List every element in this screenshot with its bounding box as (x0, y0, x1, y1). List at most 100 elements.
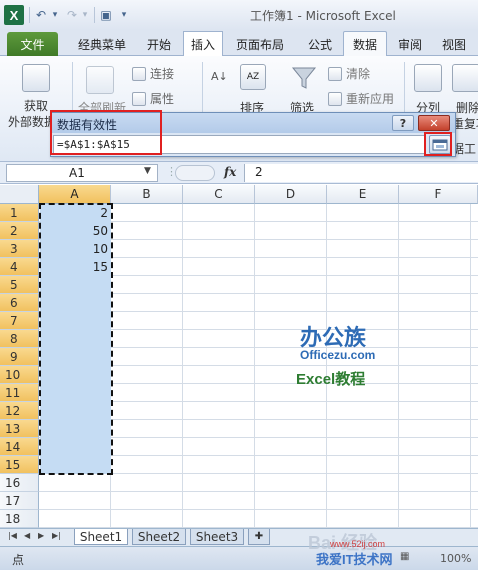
cell-a3[interactable]: 10 (40, 240, 108, 258)
row-header-17[interactable]: 17 (0, 492, 39, 510)
tab-classic-menu[interactable]: 经典菜单 (68, 33, 136, 55)
data-validation-dialog: 数据有效性 ? ✕ =$A$1:$A$15 (50, 112, 456, 157)
status-bar: 点 ▦ 100% Bai 经验 我爱IT技术网 www.52ij.com (0, 533, 478, 570)
column-header-f[interactable]: F (399, 185, 478, 204)
row-header-7[interactable]: 7 (0, 312, 39, 330)
tab-view[interactable]: 视图 (434, 33, 474, 55)
formula-bar-expand-icon[interactable] (175, 165, 215, 181)
clear-label: 清除 (346, 67, 371, 81)
dialog-title-bar[interactable]: 数据有效性 ? ✕ (51, 113, 455, 133)
row-header-10[interactable]: 10 (0, 366, 39, 384)
get-external-data-icon (22, 64, 50, 92)
row-header-8[interactable]: 8 (0, 330, 39, 348)
reapply-button[interactable]: 重新应用 (328, 90, 394, 107)
tab-review[interactable]: 审阅 (392, 33, 428, 55)
connections-button[interactable]: 连接 (132, 65, 174, 82)
get-external-data-button[interactable]: 获取 (24, 97, 48, 114)
cell-a1[interactable]: 2 (40, 204, 108, 222)
undo-dropdown-icon[interactable]: ▾ (50, 6, 60, 24)
name-box-dropdown-icon[interactable]: ▼ (144, 166, 151, 176)
row-header-1[interactable]: 1 (0, 204, 39, 222)
name-box[interactable]: A1 (6, 164, 158, 182)
remove-duplicates-icon (452, 64, 478, 92)
tab-data[interactable]: 数据 (343, 31, 387, 57)
tab-insert[interactable]: 插入 (183, 31, 223, 56)
formula-input[interactable]: 2 (244, 164, 478, 182)
watermark-excel: Excel教程 (296, 371, 366, 388)
cell-a4[interactable]: 15 (40, 258, 108, 276)
cell-a2[interactable]: 50 (40, 222, 108, 240)
save-icon[interactable]: ▣ (98, 6, 114, 24)
watermark-site-url: www.52ij.com (330, 539, 386, 549)
row-header-2[interactable]: 2 (0, 222, 39, 240)
tab-formulas[interactable]: 公式 (300, 33, 340, 55)
column-header-e[interactable]: E (327, 185, 399, 204)
excel-window: X ↶ ▾ ↷ ▾ ▣ ▾ 工作簿1 - Microsoft Excel 文件 … (0, 0, 478, 570)
source-range-input[interactable]: =$A$1:$A$15 (53, 135, 425, 154)
normal-view-icon[interactable]: ▦ (400, 551, 409, 562)
sheet-tab-3[interactable]: Sheet3 (190, 529, 244, 545)
tab-file[interactable]: 文件 (7, 32, 58, 56)
row-header-9[interactable]: 9 (0, 348, 39, 366)
window-title: 工作簿1 - Microsoft Excel (250, 9, 396, 23)
connections-icon (132, 66, 146, 81)
qat-separator (29, 7, 30, 23)
title-bar: X ↶ ▾ ↷ ▾ ▣ ▾ 工作簿1 - Microsoft Excel (0, 0, 478, 30)
prev-sheet-icon[interactable]: ◀ (24, 531, 30, 540)
first-sheet-icon[interactable]: |◀ (8, 531, 17, 540)
tab-home[interactable]: 开始 (140, 33, 178, 55)
clear-button[interactable]: 清除 (328, 65, 370, 82)
close-button[interactable]: ✕ (418, 115, 450, 131)
row-header-5[interactable]: 5 (0, 276, 39, 294)
zoom-level[interactable]: 100% (440, 552, 471, 565)
reapply-label: 重新应用 (346, 92, 395, 106)
connections-label: 连接 (150, 67, 175, 81)
column-header-d[interactable]: D (255, 185, 327, 204)
tab-page-layout[interactable]: 页面布局 (230, 33, 290, 55)
customize-qat-icon[interactable]: ▾ (118, 6, 130, 24)
row-header-3[interactable]: 3 (0, 240, 39, 258)
redo-icon[interactable]: ↷ (64, 6, 80, 24)
expand-dialog-icon (432, 139, 448, 150)
clear-icon (328, 66, 342, 81)
row-header-11[interactable]: 11 (0, 384, 39, 402)
status-mode: 点 (12, 553, 25, 567)
row-header-14[interactable]: 14 (0, 438, 39, 456)
excel-logo-icon[interactable]: X (4, 5, 24, 25)
insert-function-icon[interactable]: fx (224, 165, 236, 179)
row-header-13[interactable]: 13 (0, 420, 39, 438)
sheet-tab-bar: |◀ ◀ ▶ ▶| Sheet1 Sheet2 Sheet3 ✚ (0, 528, 478, 546)
undo-icon[interactable]: ↶ (33, 6, 49, 24)
expand-dialog-button[interactable] (429, 135, 451, 154)
text-to-columns-icon (414, 64, 442, 92)
sort-dialog-icon: AZ (240, 64, 266, 90)
reapply-icon (328, 91, 342, 106)
sheet-tab-1[interactable]: Sheet1 (74, 529, 128, 545)
row-header-6[interactable]: 6 (0, 294, 39, 312)
select-all-corner[interactable] (0, 185, 39, 204)
formula-bar: A1 ▼ ⋮ fx 2 (0, 162, 478, 184)
properties-icon (132, 91, 146, 106)
row-header-15[interactable]: 15 (0, 456, 39, 474)
qat-separator (94, 7, 95, 23)
ribbon-tabs: 文件 经典菜单 开始 插入 页面布局 公式 数据 审阅 视图 (0, 30, 478, 57)
row-header-4[interactable]: 4 (0, 258, 39, 276)
redo-dropdown-icon[interactable]: ▾ (80, 6, 90, 24)
watermark-site: 我爱IT技术网 (316, 552, 393, 567)
filter-icon (290, 64, 318, 92)
sort-az-icon[interactable]: A↓ (211, 70, 228, 83)
column-header-a[interactable]: A (39, 185, 111, 204)
column-header-b[interactable]: B (111, 185, 183, 204)
refresh-all-icon (86, 66, 114, 94)
next-sheet-icon[interactable]: ▶ (38, 531, 44, 540)
remove-duplicates-button[interactable]: 删除 (456, 99, 478, 116)
last-sheet-icon[interactable]: ▶| (52, 531, 61, 540)
sheet-tab-2[interactable]: Sheet2 (132, 529, 186, 545)
row-header-18[interactable]: 18 (0, 510, 39, 528)
new-sheet-icon[interactable]: ✚ (248, 529, 270, 545)
help-button[interactable]: ? (392, 115, 414, 131)
row-header-16[interactable]: 16 (0, 474, 39, 492)
row-header-12[interactable]: 12 (0, 402, 39, 420)
column-header-c[interactable]: C (183, 185, 255, 204)
properties-button[interactable]: 属性 (132, 90, 174, 107)
